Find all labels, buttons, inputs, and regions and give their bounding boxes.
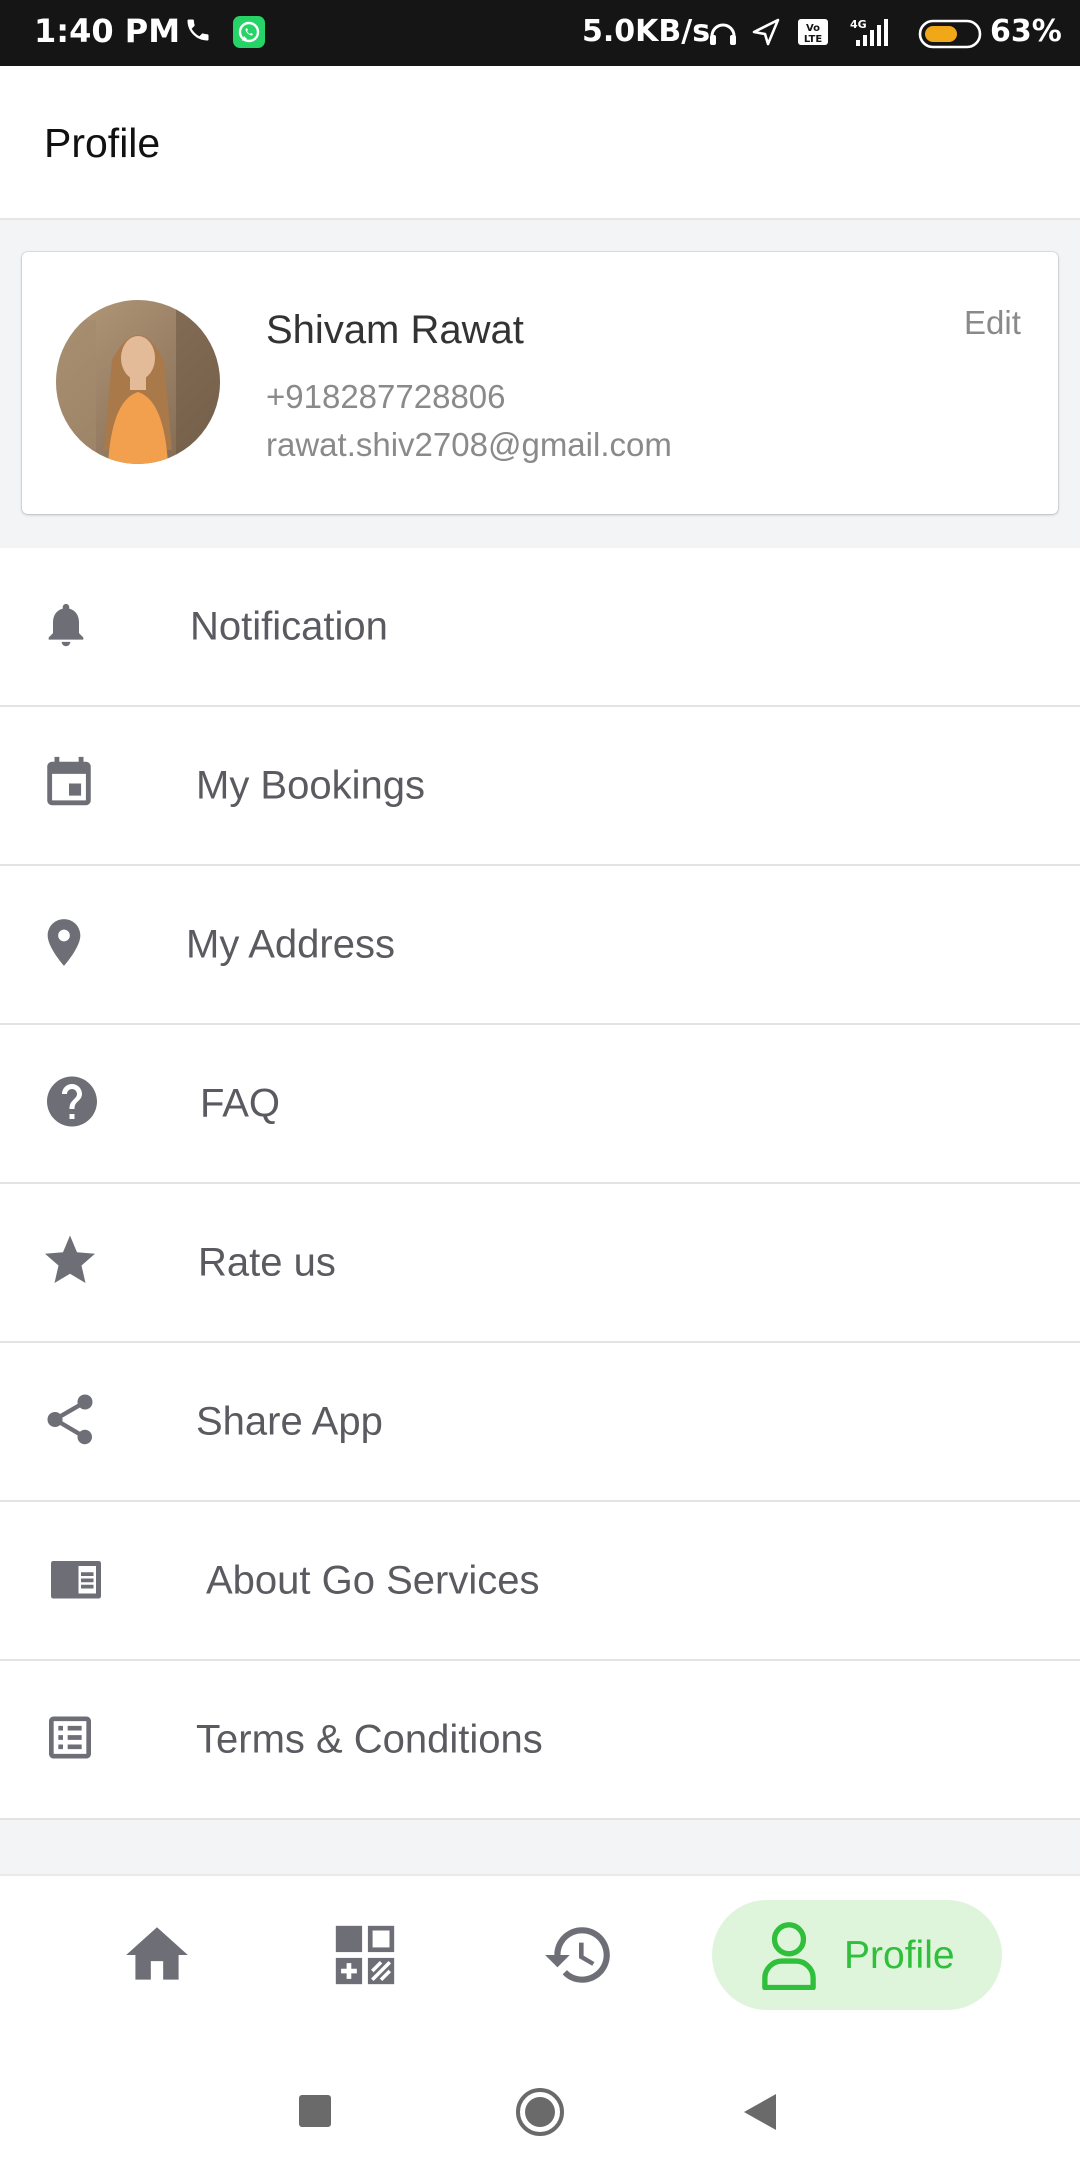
phone-call-icon (184, 16, 212, 48)
avatar[interactable] (56, 300, 220, 464)
network-speed: 5.0KB/s (582, 14, 711, 49)
menu-item-terms[interactable]: Terms & Conditions (0, 1661, 1080, 1820)
menu-item-share-app[interactable]: Share App (0, 1343, 1080, 1502)
nav-dashboard[interactable] (330, 1920, 400, 1995)
recent-apps-button[interactable] (298, 2094, 332, 2133)
menu-item-my-address[interactable]: My Address (0, 866, 1080, 1025)
page-title: Profile (44, 120, 161, 166)
home-icon (120, 1927, 194, 1996)
menu-item-faq[interactable]: FAQ (0, 1025, 1080, 1184)
back-button[interactable] (742, 2092, 778, 2137)
svg-text:4G: 4G (850, 18, 867, 31)
profile-email: rawat.shiv2708@gmail.com (266, 426, 672, 463)
profile-name: Shivam Rawat (266, 308, 524, 352)
menu-item-label: My Address (186, 922, 395, 966)
menu-item-notification[interactable]: Notification (0, 548, 1080, 707)
profile-phone: +918287728806 (266, 378, 506, 415)
status-bar: 1:40 PM 5.0KB/s Vo LTE 4G 63% (0, 0, 1080, 66)
user-icon (760, 1920, 818, 1995)
profile-card: Shivam Rawat +918287728806 rawat.shiv270… (22, 252, 1058, 514)
menu-item-label: Share App (196, 1399, 383, 1443)
svg-text:LTE: LTE (804, 34, 823, 45)
calendar-icon (40, 754, 98, 817)
menu-item-my-bookings[interactable]: My Bookings (0, 707, 1080, 866)
list-icon (42, 1709, 98, 1770)
menu-item-label: FAQ (200, 1081, 281, 1125)
help-circle-icon (42, 1071, 102, 1136)
whatsapp-icon (232, 15, 266, 53)
home-button[interactable] (514, 2086, 566, 2143)
app-bar: Profile (0, 66, 1080, 220)
bottom-navigation: Profile (0, 1874, 1080, 2030)
menu-item-label: Rate us (198, 1240, 336, 1284)
menu-item-label: My Bookings (196, 763, 425, 807)
battery-icon (918, 18, 984, 54)
profile-menu: Notification My Bookings My Address FAQ … (0, 548, 1080, 1820)
share-icon (40, 1389, 100, 1454)
location-pin-icon (36, 913, 92, 976)
menu-item-about[interactable]: About Go Services (0, 1502, 1080, 1661)
nav-profile[interactable]: Profile (712, 1900, 1002, 2010)
book-icon (44, 1548, 108, 1613)
menu-item-label: Terms & Conditions (196, 1717, 543, 1761)
svg-text:Vo: Vo (806, 23, 820, 34)
edit-profile-button[interactable]: Edit (964, 304, 1021, 342)
bell-icon (40, 597, 92, 656)
battery-percent: 63% (990, 14, 1062, 49)
star-icon (40, 1230, 100, 1295)
status-time: 1:40 PM (34, 12, 181, 50)
menu-item-label: Notification (190, 604, 388, 648)
system-navigation-bar (0, 2030, 1080, 2160)
nav-home[interactable] (120, 1918, 194, 1997)
menu-item-label: About Go Services (206, 1558, 540, 1602)
history-icon (542, 1927, 616, 1996)
status-icons: Vo LTE 4G (706, 14, 912, 54)
nav-history[interactable] (542, 1918, 616, 1997)
menu-item-rate-us[interactable]: Rate us (0, 1184, 1080, 1343)
dashboard-grid-icon (330, 1925, 400, 1994)
nav-profile-label: Profile (844, 1934, 955, 1977)
